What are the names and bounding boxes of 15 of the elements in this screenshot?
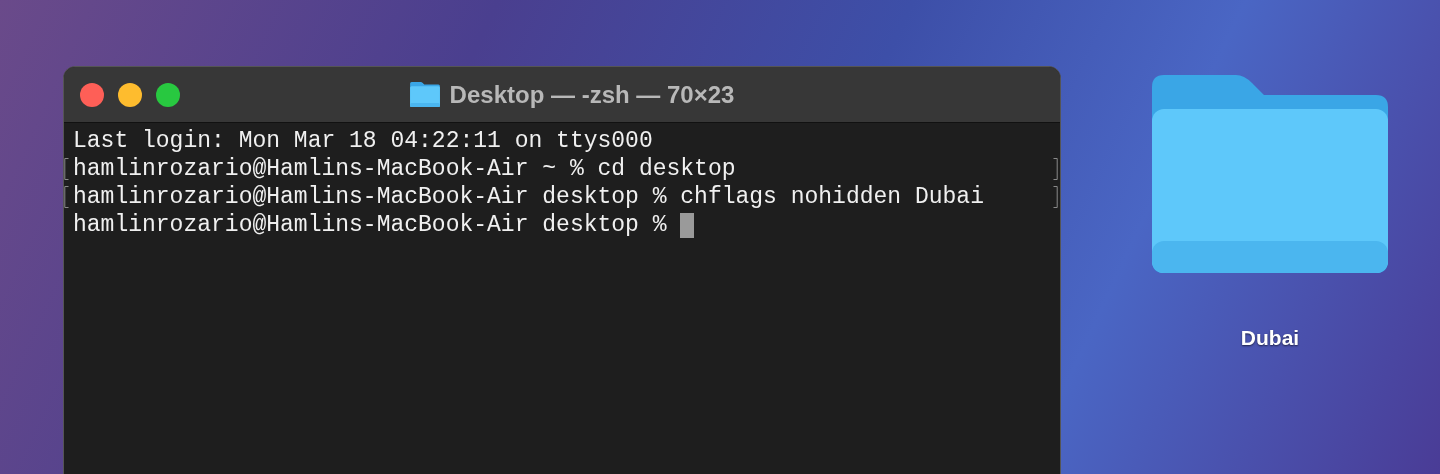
mark-bracket-icon xyxy=(64,186,69,208)
terminal-line: hamlinrozario@Hamlins-MacBook-Air desktop % chflags nohidden Dubai xyxy=(73,183,984,211)
minimize-button[interactable] xyxy=(118,82,142,107)
mark-bracket-icon xyxy=(1053,158,1058,180)
mark-bracket-icon xyxy=(64,158,69,180)
folder-icon xyxy=(409,82,440,107)
zoom-button[interactable] xyxy=(156,82,180,107)
terminal-line: hamlinrozario@Hamlins-MacBook-Air ~ % cd desktop xyxy=(73,155,736,183)
mark-bracket-icon xyxy=(1053,186,1058,208)
folder-icon xyxy=(1152,75,1388,273)
window-title: Desktop — -zsh — 70×23 xyxy=(449,79,735,110)
terminal-line: Last login: Mon Mar 18 04:22:11 on ttys000 xyxy=(73,127,653,155)
close-button[interactable] xyxy=(80,82,104,107)
terminal-line: hamlinrozario@Hamlins-MacBook-Air desktop % xyxy=(73,211,668,239)
folder-label[interactable]: Dubai xyxy=(1240,325,1300,351)
